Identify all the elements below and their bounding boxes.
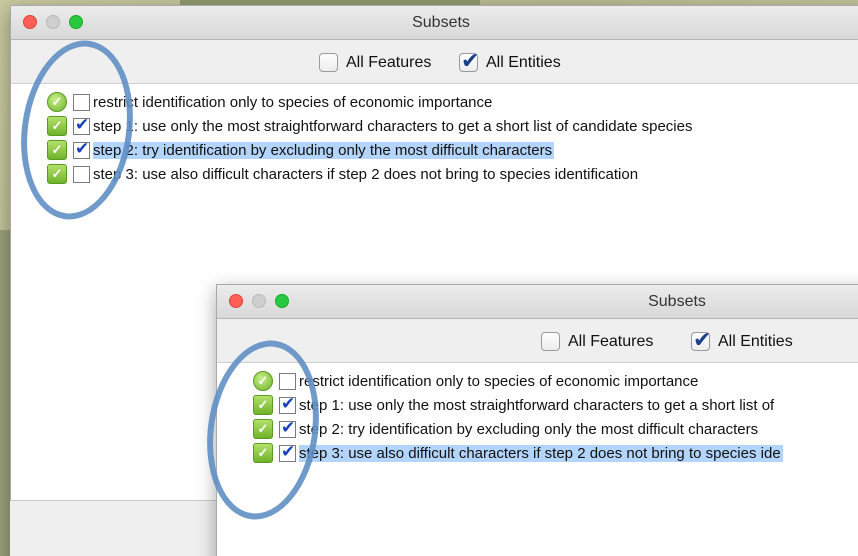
subset-options-bar: All Features All Entities	[11, 40, 858, 84]
all-features-label: All Features	[568, 332, 654, 350]
subset-checkbox[interactable]	[279, 372, 296, 390]
window-footer-panel	[10, 500, 216, 556]
all-features-option[interactable]: All Features	[541, 332, 653, 351]
window-title: Subsets	[648, 293, 706, 310]
green-check-square-icon: ✓	[47, 140, 67, 160]
subset-checkbox[interactable]	[73, 139, 90, 159]
subset-label: step 2: try identification by excluding …	[93, 141, 555, 159]
subset-row[interactable]: ✓ step 2: try identification by excludin…	[217, 417, 858, 441]
subset-checkbox[interactable]	[73, 93, 90, 111]
subset-row-selected[interactable]: ✓ step 3: use also difficult characters …	[217, 441, 858, 465]
subset-row[interactable]: ✓ step 3: use also difficult characters …	[11, 162, 858, 186]
subset-row-selected[interactable]: ✓ step 2: try identification by excludin…	[11, 138, 858, 162]
subset-list: ✓ restrict identification only to specie…	[217, 363, 858, 465]
green-check-square-icon: ✓	[47, 164, 67, 184]
subset-row[interactable]: ✓ restrict identification only to specie…	[11, 90, 858, 114]
green-check-square-icon: ✓	[253, 419, 273, 439]
window-title: Subsets	[412, 14, 470, 31]
green-check-square-icon: ✓	[253, 395, 273, 415]
green-check-square-icon: ✓	[253, 443, 273, 463]
title-bar[interactable]: Subsets	[11, 6, 858, 40]
subset-label: step 3: use also difficult characters if…	[93, 165, 639, 183]
subset-label: step 3: use also difficult characters if…	[299, 444, 783, 462]
subset-checkbox[interactable]	[279, 394, 296, 414]
subset-checkbox[interactable]	[73, 115, 90, 135]
subsets-window-2: Subsets All Features All Entities ✓ rest…	[216, 284, 858, 556]
all-entities-option[interactable]: All Entities	[691, 327, 793, 353]
green-check-circle-icon: ✓	[253, 371, 273, 391]
subset-label: step 1: use only the most straightforwar…	[93, 117, 693, 135]
all-entities-label: All Entities	[486, 53, 561, 71]
subset-label: step 2: try identification by excluding …	[299, 420, 759, 438]
all-features-checkbox[interactable]	[319, 53, 338, 72]
subset-checkbox[interactable]	[279, 442, 296, 462]
all-entities-checkbox[interactable]	[459, 48, 479, 74]
subset-label: step 1: use only the most straightforwar…	[299, 396, 775, 414]
subset-options-bar: All Features All Entities	[217, 319, 858, 363]
all-features-checkbox[interactable]	[541, 332, 560, 351]
green-check-circle-icon: ✓	[47, 92, 67, 112]
all-features-option[interactable]: All Features	[319, 53, 431, 72]
subset-checkbox[interactable]	[73, 165, 90, 183]
all-entities-checkbox[interactable]	[691, 327, 711, 353]
subset-row[interactable]: ✓ step 1: use only the most straightforw…	[217, 393, 858, 417]
subset-row[interactable]: ✓ step 1: use only the most straightforw…	[11, 114, 858, 138]
subset-label: restrict identification only to species …	[93, 93, 493, 111]
subset-row[interactable]: ✓ restrict identification only to specie…	[217, 369, 858, 393]
subset-label: restrict identification only to species …	[299, 372, 699, 390]
all-entities-label: All Entities	[718, 332, 793, 350]
subset-list: ✓ restrict identification only to specie…	[11, 84, 858, 186]
subset-checkbox[interactable]	[279, 418, 296, 438]
green-check-square-icon: ✓	[47, 116, 67, 136]
title-bar[interactable]: Subsets	[217, 285, 858, 319]
all-entities-option[interactable]: All Entities	[459, 48, 561, 74]
all-features-label: All Features	[346, 53, 432, 71]
